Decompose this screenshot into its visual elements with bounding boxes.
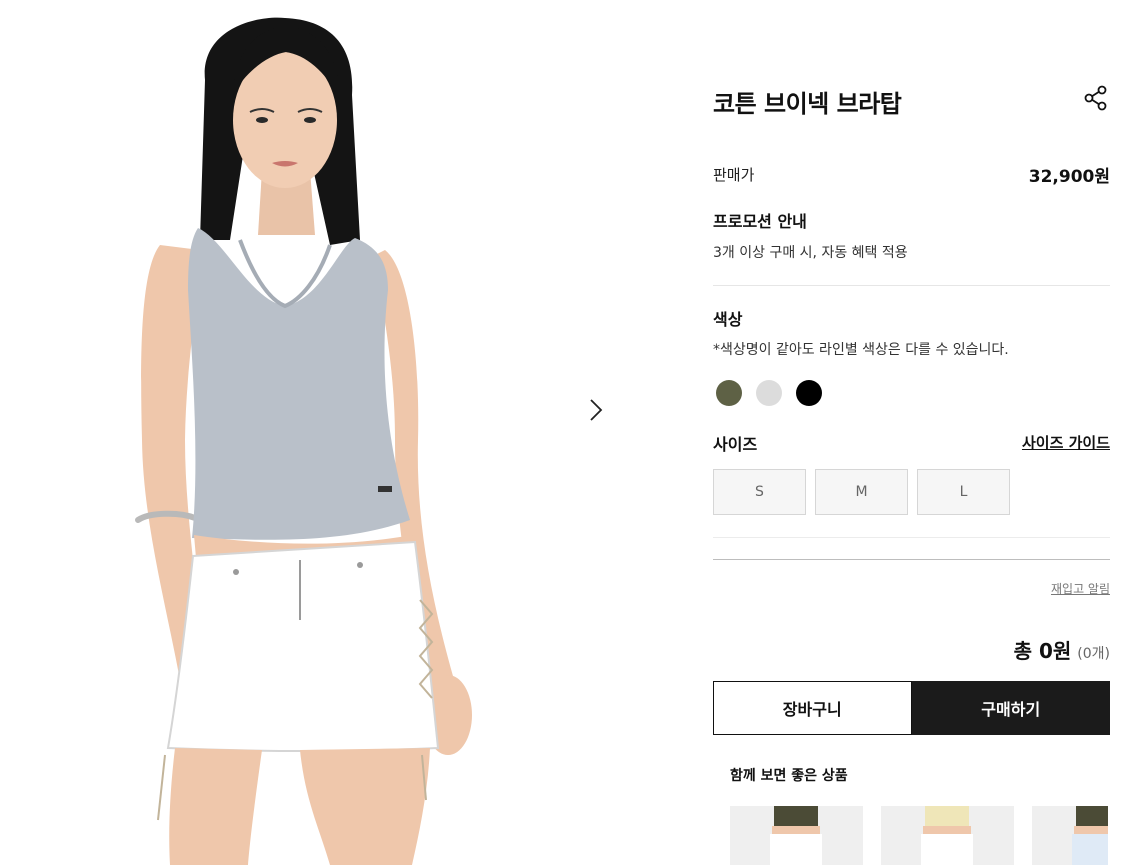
divider: [713, 537, 1110, 538]
color-swatches: [716, 380, 822, 406]
recommend-thumbnail: [1032, 806, 1108, 865]
recommend-list: [730, 806, 1108, 865]
promotion-title: 프로모션 안내: [713, 212, 807, 231]
price-value: 32,900원: [1028, 167, 1110, 187]
color-swatch-black[interactable]: [796, 380, 822, 406]
price-label: 판매가: [713, 166, 755, 184]
next-image-button[interactable]: [580, 392, 612, 428]
add-to-cart-button[interactable]: 장바구니: [713, 681, 912, 735]
color-swatch-lightgrey[interactable]: [756, 380, 782, 406]
product-info-panel: 코튼 브이넥 브라탑 판매가 32,900원 프로모션 안내 3개 이상 구매 …: [713, 0, 1110, 865]
product-title: 코튼 브이넥 브라탑: [713, 90, 902, 118]
product-photo: [135, 17, 472, 865]
size-option-l[interactable]: L: [917, 469, 1010, 515]
recommend-item[interactable]: [881, 806, 1014, 865]
divider: [713, 559, 1110, 560]
total-count: (0개): [1077, 646, 1110, 662]
product-image-gallery: [0, 0, 640, 865]
restock-alert-link[interactable]: 재입고 알림: [1051, 580, 1110, 597]
recommend-title: 함께 보면 좋은 상품: [730, 768, 848, 784]
color-note: *색상명이 같아도 라인별 색상은 다를 수 있습니다.: [713, 342, 1009, 358]
color-title: 색상: [713, 310, 743, 329]
size-options: S M L: [713, 469, 1010, 515]
promotion-description: 3개 이상 구매 시, 자동 혜택 적용: [713, 245, 908, 261]
share-button[interactable]: [1082, 84, 1110, 112]
size-option-s[interactable]: S: [713, 469, 806, 515]
size-option-m[interactable]: M: [815, 469, 908, 515]
chevron-right-icon: [590, 399, 603, 421]
buy-now-button[interactable]: 구매하기: [911, 681, 1110, 735]
recommend-thumbnail: [881, 806, 1014, 865]
recommend-item[interactable]: [730, 806, 863, 865]
total-amount: 총 0원: [1013, 639, 1072, 663]
size-title: 사이즈: [713, 435, 758, 454]
recommend-thumbnail: [730, 806, 863, 865]
share-icon: [1084, 85, 1107, 111]
divider: [713, 285, 1110, 286]
color-swatch-olive[interactable]: [716, 380, 742, 406]
purchase-actions: 장바구니 구매하기: [713, 681, 1110, 735]
total-price: 총 0원 (0개): [1014, 635, 1110, 664]
recommend-item[interactable]: [1032, 806, 1108, 865]
size-guide-link[interactable]: 사이즈 가이드: [1022, 432, 1110, 453]
price-row: 판매가 32,900원: [713, 162, 1110, 187]
